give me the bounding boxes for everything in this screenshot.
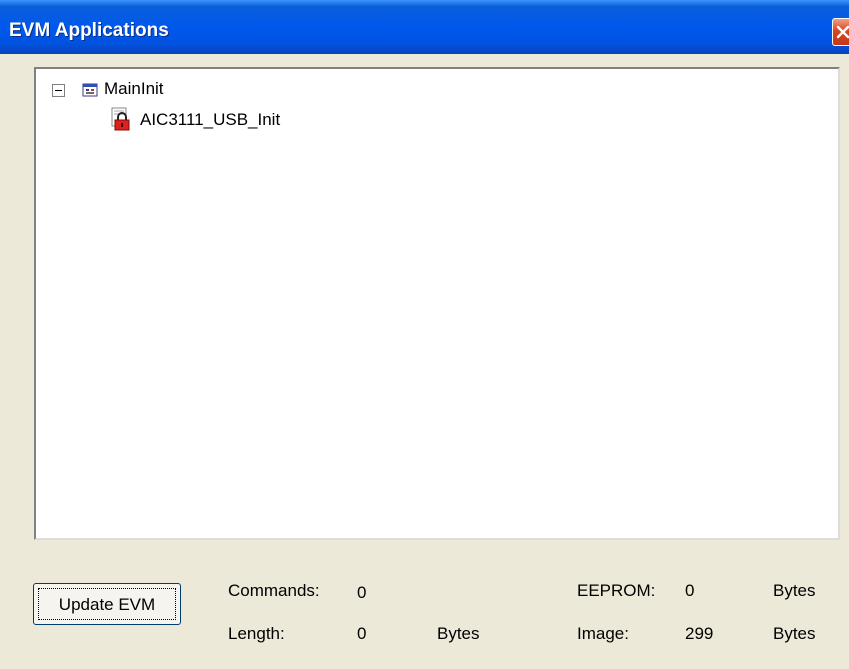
close-icon xyxy=(836,25,849,39)
title-bar[interactable]: EVM Applications xyxy=(0,0,849,54)
eeprom-value: 0 xyxy=(685,581,695,600)
collapse-toggle[interactable] xyxy=(52,84,65,97)
image-unit: Bytes xyxy=(773,624,816,643)
length-label: Length: xyxy=(228,624,285,643)
length-unit: Bytes xyxy=(437,624,480,643)
application-icon xyxy=(82,83,98,97)
commands-label: Commands: xyxy=(228,581,320,600)
eeprom-unit: Bytes xyxy=(773,581,816,600)
update-evm-button[interactable]: Update EVM xyxy=(33,583,181,625)
image-value: 299 xyxy=(685,624,714,643)
lock-icon xyxy=(111,107,130,131)
evm-applications-window: EVM Applications MainInit AIC3111_USB_In… xyxy=(0,0,849,669)
tree-item-aic3111-usb-init[interactable]: AIC3111_USB_Init xyxy=(140,110,280,130)
close-button[interactable] xyxy=(832,18,849,46)
tree-item-maininit[interactable]: MainInit xyxy=(104,79,164,99)
eeprom-label: EEPROM: xyxy=(577,581,656,600)
application-tree[interactable] xyxy=(34,67,840,540)
commands-value: 0 xyxy=(357,583,367,602)
length-value: 0 xyxy=(357,624,367,643)
window-title: EVM Applications xyxy=(9,20,169,41)
image-label: Image: xyxy=(577,624,629,643)
update-evm-label: Update EVM xyxy=(58,595,156,614)
